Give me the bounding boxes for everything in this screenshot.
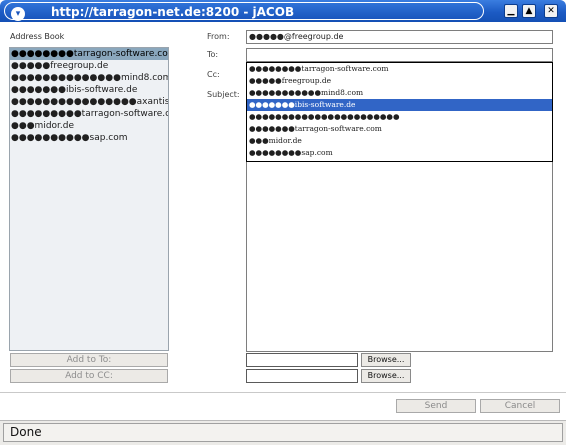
address-book-item[interactable]: ●●●●●●●●●●●●●●mind8.com — [10, 72, 168, 84]
send-button[interactable]: Send — [396, 399, 476, 413]
from-value: ●●●●●@freegroup.de — [249, 32, 344, 41]
status-text: Done — [3, 423, 563, 442]
address-book-label: Address Book — [10, 32, 65, 41]
address-book-item[interactable]: ●●●●●●●●●tarragon-software.com — [10, 108, 168, 120]
autocomplete-item[interactable]: ●●●●●●●tarragon-software.com — [247, 123, 552, 135]
address-book-item[interactable]: ●●●midor.de — [10, 120, 168, 132]
title-pill: ▾ http://tarragon-net.de:8200 - jACOB — [4, 2, 484, 21]
to-field[interactable] — [246, 48, 553, 62]
close-icon[interactable]: ✕ — [544, 4, 558, 18]
autocomplete-item[interactable]: ●●●●●●●●●●●mind8.com — [247, 87, 552, 99]
autocomplete-item[interactable]: ●●●midor.de — [247, 135, 552, 147]
maximize-icon[interactable]: ▲ — [522, 4, 536, 18]
to-label: To: — [207, 50, 219, 59]
address-book-item[interactable]: ●●●●●●●●tarragon-software.com — [10, 48, 168, 60]
add-to-cc-button[interactable]: Add to CC: — [10, 369, 168, 383]
add-to-to-button[interactable]: Add to To: — [10, 353, 168, 367]
address-book-item[interactable]: ●●●●●freegroup.de — [10, 60, 168, 72]
window-title: http://tarragon-net.de:8200 - jACOB — [51, 5, 295, 19]
address-book-list[interactable]: ●●●●●●●●tarragon-software.com ●●●●●freeg… — [9, 47, 169, 351]
browse-button-2[interactable]: Browse... — [361, 369, 411, 383]
status-bar: Done — [0, 420, 566, 445]
minimize-icon[interactable]: ▁ — [504, 4, 518, 18]
window-menu-icon[interactable]: ▾ — [11, 7, 25, 21]
autocomplete-item[interactable]: ●●●●●●●●●●●●●●●●●●●●●●● — [247, 111, 552, 123]
autocomplete-item[interactable]: ●●●●●●●ibis-software.de — [247, 99, 552, 111]
attachment-field-2[interactable] — [246, 369, 358, 383]
autocomplete-item[interactable]: ●●●●●●●●tarragon-software.com — [247, 63, 552, 75]
subject-label: Subject: — [207, 90, 240, 99]
from-label: From: — [207, 32, 230, 41]
title-bar: ▾ http://tarragon-net.de:8200 - jACOB ▁ … — [0, 0, 566, 22]
autocomplete-item[interactable]: ●●●●●●●●sap.com — [247, 147, 552, 159]
address-book-item[interactable]: ●●●●●●●●●●sap.com — [10, 132, 168, 144]
from-field[interactable]: ●●●●●@freegroup.de — [246, 30, 553, 44]
browse-button-1[interactable]: Browse... — [361, 353, 411, 367]
autocomplete-item[interactable]: ●●●●●freegroup.de — [247, 75, 552, 87]
cancel-button[interactable]: Cancel — [480, 399, 560, 413]
autocomplete-dropdown[interactable]: ●●●●●●●●tarragon-software.com ●●●●●freeg… — [246, 62, 553, 162]
attachment-field-1[interactable] — [246, 353, 358, 367]
cc-label: Cc: — [207, 70, 220, 79]
address-book-item[interactable]: ●●●●●●●●●●●●●●●●axantis.com — [10, 96, 168, 108]
separator — [0, 392, 566, 393]
address-book-item[interactable]: ●●●●●●●ibis-software.de — [10, 84, 168, 96]
